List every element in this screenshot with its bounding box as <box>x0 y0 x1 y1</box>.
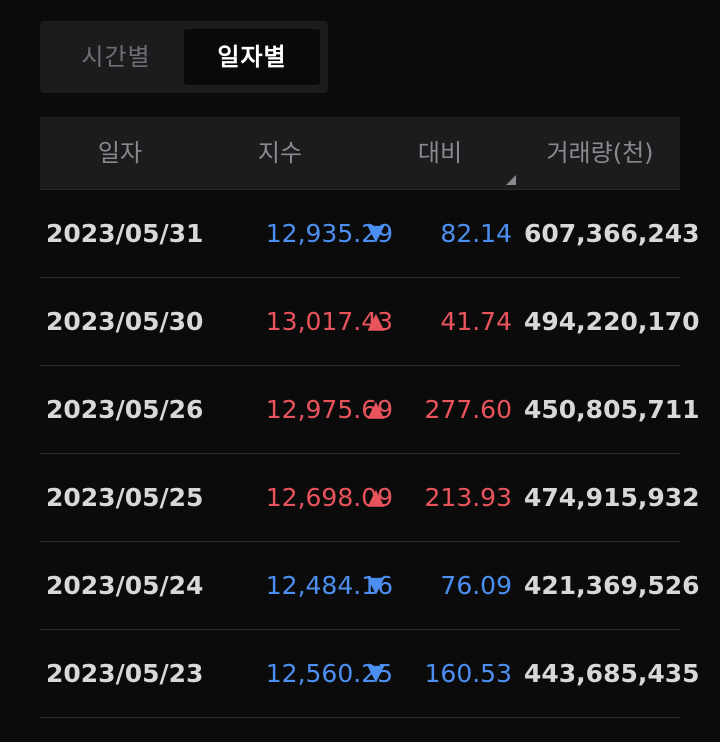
row-change-value: 160.53 <box>424 659 512 688</box>
header-volume[interactable]: 거래량(천) <box>520 117 680 189</box>
table-row[interactable]: 2023/05/26 12,975.69 ▲ 277.60 450,805,71… <box>40 366 700 454</box>
row-date: 2023/05/23 <box>46 659 204 688</box>
triangle-up-icon: ▲ <box>367 397 385 422</box>
row-change-value: 277.60 <box>424 395 512 424</box>
table-row[interactable]: 2023/05/30 13,017.43 ▲ 41.74 494,220,170 <box>40 278 700 366</box>
row-change-value: 213.93 <box>424 483 512 512</box>
table-row[interactable]: 2023/05/31 12,935.29 ▼ 82.14 607,366,243 <box>40 190 700 278</box>
row-volume: 474,915,932 <box>524 483 700 512</box>
tab-hourly[interactable]: 시간별 <box>48 29 184 85</box>
row-date: 2023/05/25 <box>46 483 204 512</box>
row-volume: 494,220,170 <box>524 307 700 336</box>
triangle-up-icon: ▲ <box>367 485 385 510</box>
index-history-table: 일자 지수 대비 거래량(천) 2023/05/31 12,935.29 ▼ 8… <box>40 117 700 718</box>
header-date[interactable]: 일자 <box>40 117 200 189</box>
row-date: 2023/05/24 <box>46 571 204 600</box>
table-row[interactable]: 2023/05/24 12,484.16 ▼ 76.09 421,369,526 <box>40 542 700 630</box>
row-volume: 443,685,435 <box>524 659 700 688</box>
table-row[interactable]: 2023/05/25 12,698.09 ▲ 213.93 474,915,93… <box>40 454 700 542</box>
row-change-value: 82.14 <box>440 219 512 248</box>
triangle-up-icon: ▲ <box>367 309 385 334</box>
table-row[interactable]: 2023/05/23 12,560.25 ▼ 160.53 443,685,43… <box>40 630 700 718</box>
row-volume: 450,805,711 <box>524 395 700 424</box>
row-volume: 607,366,243 <box>524 219 700 248</box>
header-index[interactable]: 지수 <box>200 117 360 189</box>
table-header: 일자 지수 대비 거래량(천) <box>40 117 680 190</box>
row-change-value: 41.74 <box>440 307 512 336</box>
row-date: 2023/05/30 <box>46 307 204 336</box>
row-date: 2023/05/26 <box>46 395 204 424</box>
triangle-down-icon: ▼ <box>367 573 385 598</box>
row-date: 2023/05/31 <box>46 219 204 248</box>
triangle-down-icon: ▼ <box>367 221 385 246</box>
sort-corner-icon[interactable] <box>506 175 516 185</box>
header-change[interactable]: 대비 <box>360 117 520 189</box>
triangle-down-icon: ▼ <box>367 661 385 686</box>
row-volume: 421,369,526 <box>524 571 700 600</box>
period-toggle: 시간별 일자별 <box>40 21 328 93</box>
tab-daily[interactable]: 일자별 <box>184 29 320 85</box>
row-change-value: 76.09 <box>440 571 512 600</box>
